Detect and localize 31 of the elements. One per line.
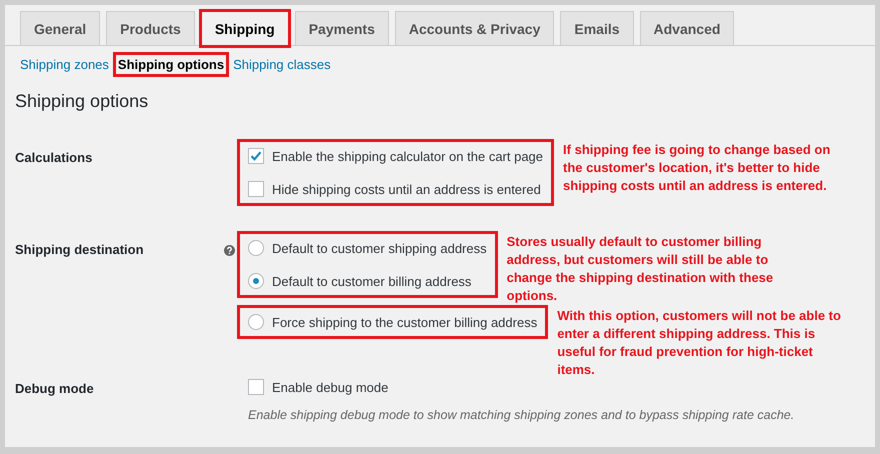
- settings-tab[interactable]: Emails: [560, 11, 634, 45]
- checkbox[interactable]: [248, 379, 264, 395]
- settings-tab[interactable]: Shipping: [200, 11, 289, 46]
- annotation-note: If shipping fee is going to change based on the customer's location, it's better to hide shipping costs until an address is entered.: [563, 141, 832, 195]
- settings-tab[interactable]: Advanced: [640, 11, 734, 45]
- annotation-note: With this option, customers will not be able to enter a different shipping address. This is useful for fraud prevention for high-ticket items.: [557, 307, 842, 379]
- help-icon[interactable]: [224, 245, 235, 256]
- settings-tab[interactable]: Payments: [294, 11, 389, 45]
- radio-button[interactable]: [248, 273, 264, 289]
- checkbox[interactable]: [248, 181, 264, 197]
- option-label: Hide shipping costs until an address is entered: [272, 182, 541, 196]
- checkbox[interactable]: [248, 148, 264, 164]
- subnav-link[interactable]: Shipping zones: [17, 54, 112, 75]
- option-label: Enable the shipping calculator on the cart page: [272, 148, 544, 164]
- annotation-note: Stores usually default to customer billing address, but customers will still be able to change the shipping destination with these options.: [506, 233, 774, 305]
- setting-label: Calculations: [15, 149, 94, 165]
- subnav-link[interactable]: Shipping classes: [230, 54, 334, 75]
- option-label: Default to customer shipping address: [272, 240, 487, 256]
- subnav-link[interactable]: Shipping options: [114, 54, 228, 75]
- section-title: Shipping options: [15, 91, 150, 112]
- settings-tab[interactable]: General: [20, 11, 100, 45]
- settings-tab[interactable]: Accounts & Privacy: [394, 11, 554, 45]
- radio-button[interactable]: [248, 240, 264, 256]
- settings-tab[interactable]: Products: [106, 11, 195, 45]
- setting-label: Shipping destination: [15, 241, 145, 257]
- setting-label: Debug mode: [15, 380, 95, 396]
- option-label: Force shipping to the customer billing address: [272, 314, 538, 330]
- radio-button[interactable]: [248, 314, 264, 330]
- option-label: Default to customer billing address: [272, 274, 472, 288]
- setting-description: Enable shipping debug mode to show matching shipping zones and to bypass shipping rate cache.: [248, 408, 796, 422]
- option-label: Enable debug mode: [272, 380, 388, 394]
